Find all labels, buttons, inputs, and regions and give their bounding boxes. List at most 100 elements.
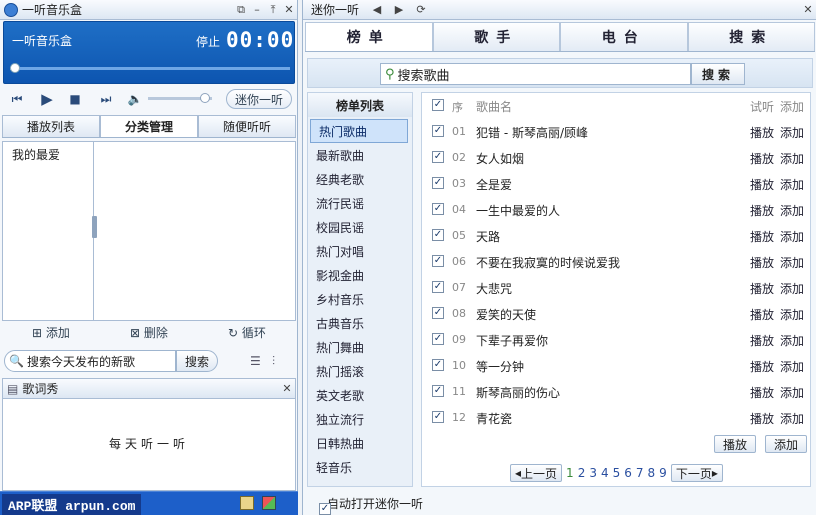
row-checkbox[interactable]: ✓ bbox=[432, 229, 444, 241]
row-checkbox[interactable]: ✓ bbox=[432, 151, 444, 163]
chart-category-item[interactable]: 流行民谣 bbox=[308, 191, 412, 215]
row-play-link[interactable]: 播放 bbox=[750, 176, 774, 193]
row-add-link[interactable]: 添加 bbox=[780, 202, 804, 219]
song-search-button[interactable]: 搜索 bbox=[691, 63, 745, 85]
song-search-input[interactable]: ⚲ 搜索歌曲 bbox=[380, 63, 691, 85]
volume-knob[interactable] bbox=[200, 93, 210, 103]
left-search-button[interactable]: 搜索 bbox=[176, 350, 218, 372]
row-add-link[interactable]: 添加 bbox=[780, 358, 804, 375]
tab-search[interactable]: 搜索 bbox=[687, 22, 815, 51]
row-play-link[interactable]: 播放 bbox=[750, 358, 774, 375]
tab-radio[interactable]: 电台 bbox=[560, 22, 688, 51]
row-checkbox[interactable]: ✓ bbox=[432, 359, 444, 371]
collapse-button[interactable]: ⤒ bbox=[265, 2, 281, 18]
row-play-link[interactable]: 播放 bbox=[750, 332, 774, 349]
chart-category-item[interactable]: 热门歌曲 bbox=[310, 119, 408, 143]
chart-category-item[interactable]: 影视金曲 bbox=[308, 263, 412, 287]
row-add-link[interactable]: 添加 bbox=[780, 332, 804, 349]
prev-page-button[interactable]: ◂ 上一页 bbox=[510, 464, 563, 482]
previous-icon[interactable]: ⏮ bbox=[8, 90, 26, 108]
row-add-link[interactable]: 添加 bbox=[780, 228, 804, 245]
page-number-link[interactable]: 8 bbox=[648, 466, 656, 480]
volume-icon[interactable]: 🔈 bbox=[126, 90, 144, 108]
next-icon[interactable]: ⏭ bbox=[97, 90, 115, 108]
chart-category-item[interactable]: 独立流行 bbox=[308, 407, 412, 431]
row-checkbox[interactable]: ✓ bbox=[432, 255, 444, 267]
chart-category-item[interactable]: 日韩热曲 bbox=[308, 431, 412, 455]
loop-tool[interactable]: ↻ 循环 bbox=[228, 324, 266, 341]
tab-random[interactable]: 随便听听 bbox=[198, 115, 296, 137]
row-play-link[interactable]: 播放 bbox=[750, 254, 774, 271]
list-view-icon[interactable]: ☰ bbox=[250, 354, 261, 368]
chart-category-item[interactable]: 经典老歌 bbox=[308, 167, 412, 191]
page-number-link[interactable]: 1 bbox=[566, 466, 574, 480]
row-checkbox[interactable]: ✓ bbox=[432, 385, 444, 397]
chart-category-item[interactable]: 校园民谣 bbox=[308, 215, 412, 239]
row-checkbox[interactable]: ✓ bbox=[432, 307, 444, 319]
progress-knob[interactable] bbox=[10, 63, 20, 73]
chart-category-item[interactable]: 轻音乐 bbox=[308, 455, 412, 479]
splitter-handle[interactable] bbox=[92, 216, 97, 238]
chart-category-item[interactable]: 乡村音乐 bbox=[308, 287, 412, 311]
skin-icon[interactable]: ⧉ bbox=[233, 2, 249, 18]
page-number-link[interactable]: 9 bbox=[659, 466, 667, 480]
left-search-input[interactable]: 🔍 搜索今天发布的新歌 bbox=[4, 350, 176, 372]
row-play-link[interactable]: 播放 bbox=[750, 228, 774, 245]
mini-mode-button[interactable]: 迷你一听 bbox=[226, 89, 292, 109]
category-item-favorites[interactable]: 我的最爱 bbox=[3, 142, 93, 163]
tab-charts[interactable]: 榜单 bbox=[305, 22, 433, 51]
auto-open-checkbox[interactable]: ✓ bbox=[319, 503, 331, 515]
tab-playlist[interactable]: 播放列表 bbox=[2, 115, 100, 137]
chart-category-item[interactable]: 古典音乐 bbox=[308, 311, 412, 335]
row-play-link[interactable]: 播放 bbox=[750, 124, 774, 141]
refresh-icon[interactable]: ⟳ bbox=[413, 2, 429, 18]
row-add-link[interactable]: 添加 bbox=[780, 306, 804, 323]
progress-track[interactable] bbox=[10, 67, 290, 70]
tray-app-icon[interactable] bbox=[240, 496, 254, 510]
play-selected-button[interactable]: 播放 bbox=[714, 435, 756, 453]
row-checkbox[interactable]: ✓ bbox=[432, 281, 444, 293]
chart-category-item[interactable]: 英文老歌 bbox=[308, 383, 412, 407]
tray-system-icon[interactable] bbox=[262, 496, 276, 510]
row-checkbox[interactable]: ✓ bbox=[432, 203, 444, 215]
chart-category-item[interactable]: 热门对唱 bbox=[308, 239, 412, 263]
row-add-link[interactable]: 添加 bbox=[780, 410, 804, 427]
row-checkbox[interactable]: ✓ bbox=[432, 333, 444, 345]
select-all-checkbox[interactable]: ✓ bbox=[432, 99, 444, 111]
row-add-link[interactable]: 添加 bbox=[780, 384, 804, 401]
chart-category-item[interactable]: 热门舞曲 bbox=[308, 335, 412, 359]
page-number-link[interactable]: 3 bbox=[589, 466, 597, 480]
page-number-link[interactable]: 2 bbox=[578, 466, 586, 480]
row-add-link[interactable]: 添加 bbox=[780, 124, 804, 141]
add-tool[interactable]: ⊞ 添加 bbox=[32, 324, 70, 341]
row-add-link[interactable]: 添加 bbox=[780, 176, 804, 193]
add-selected-button[interactable]: 添加 bbox=[765, 435, 807, 453]
row-checkbox[interactable]: ✓ bbox=[432, 411, 444, 423]
tab-category[interactable]: 分类管理 bbox=[100, 115, 198, 137]
row-add-link[interactable]: 添加 bbox=[780, 150, 804, 167]
row-play-link[interactable]: 播放 bbox=[750, 150, 774, 167]
row-checkbox[interactable]: ✓ bbox=[432, 125, 444, 137]
page-number-link[interactable]: 4 bbox=[601, 466, 609, 480]
equalizer-icon[interactable]: ⫶ bbox=[272, 354, 275, 369]
row-play-link[interactable]: 播放 bbox=[750, 280, 774, 297]
row-add-link[interactable]: 添加 bbox=[780, 254, 804, 271]
lyric-close-button[interactable]: ✕ bbox=[279, 381, 295, 397]
minimize-button[interactable]: – bbox=[249, 2, 265, 18]
page-number-link[interactable]: 5 bbox=[613, 466, 621, 480]
row-play-link[interactable]: 播放 bbox=[750, 384, 774, 401]
chart-category-item[interactable]: 最新歌曲 bbox=[308, 143, 412, 167]
page-number-link[interactable]: 7 bbox=[636, 466, 644, 480]
right-close-button[interactable]: ✕ bbox=[800, 2, 816, 18]
row-checkbox[interactable]: ✓ bbox=[432, 177, 444, 189]
page-number-link[interactable]: 6 bbox=[624, 466, 632, 480]
play-icon[interactable]: ▶ bbox=[38, 90, 56, 108]
forward-arrow-icon[interactable]: ▶ bbox=[391, 2, 407, 18]
next-page-button[interactable]: 下一页 ▸ bbox=[670, 464, 723, 482]
stop-icon[interactable]: ■ bbox=[66, 90, 84, 108]
close-button[interactable]: ✕ bbox=[281, 2, 297, 18]
row-play-link[interactable]: 播放 bbox=[750, 202, 774, 219]
row-play-link[interactable]: 播放 bbox=[750, 306, 774, 323]
back-arrow-icon[interactable]: ◀ bbox=[369, 2, 385, 18]
delete-tool[interactable]: ⊠ 删除 bbox=[130, 324, 168, 341]
